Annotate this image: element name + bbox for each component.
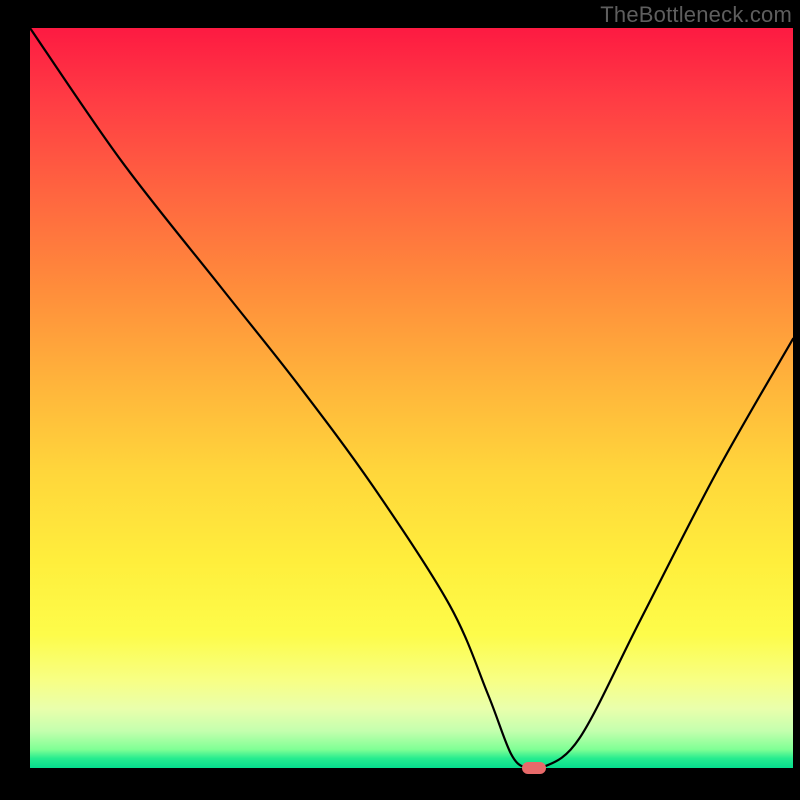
plot-area [30, 28, 793, 768]
watermark-text: TheBottleneck.com [600, 2, 792, 28]
optimal-marker-icon [522, 762, 546, 774]
gradient-background [30, 28, 793, 768]
chart-container: TheBottleneck.com [0, 0, 800, 800]
